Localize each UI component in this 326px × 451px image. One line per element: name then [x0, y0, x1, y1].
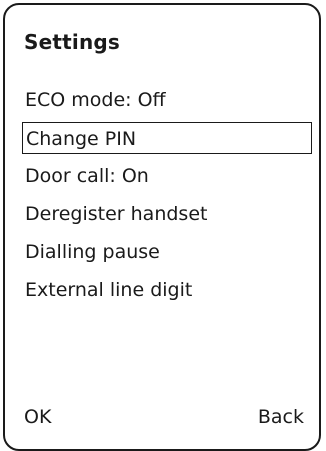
menu-item-label: Door call: On: [25, 165, 149, 187]
menu-item-external-line-digit[interactable]: External line digit: [22, 274, 312, 312]
menu-item-label: Dialling pause: [25, 241, 160, 263]
menu-item-label: Deregister handset: [25, 203, 208, 225]
ok-softkey[interactable]: OK: [24, 406, 51, 428]
menu-item-eco-mode[interactable]: ECO mode: Off: [22, 84, 312, 122]
menu-item-door-call[interactable]: Door call: On: [22, 160, 312, 198]
menu-item-label: External line digit: [25, 279, 193, 301]
screen-title: Settings: [24, 30, 121, 54]
menu-item-label: Change PIN: [22, 122, 312, 154]
settings-menu: ECO mode: Off Change PIN Door call: On D…: [22, 84, 312, 312]
menu-item-dialling-pause[interactable]: Dialling pause: [22, 236, 312, 274]
back-softkey[interactable]: Back: [258, 406, 304, 428]
menu-item-change-pin[interactable]: Change PIN: [22, 122, 312, 160]
menu-item-label: ECO mode: Off: [25, 89, 166, 111]
menu-item-deregister-handset[interactable]: Deregister handset: [22, 198, 312, 236]
